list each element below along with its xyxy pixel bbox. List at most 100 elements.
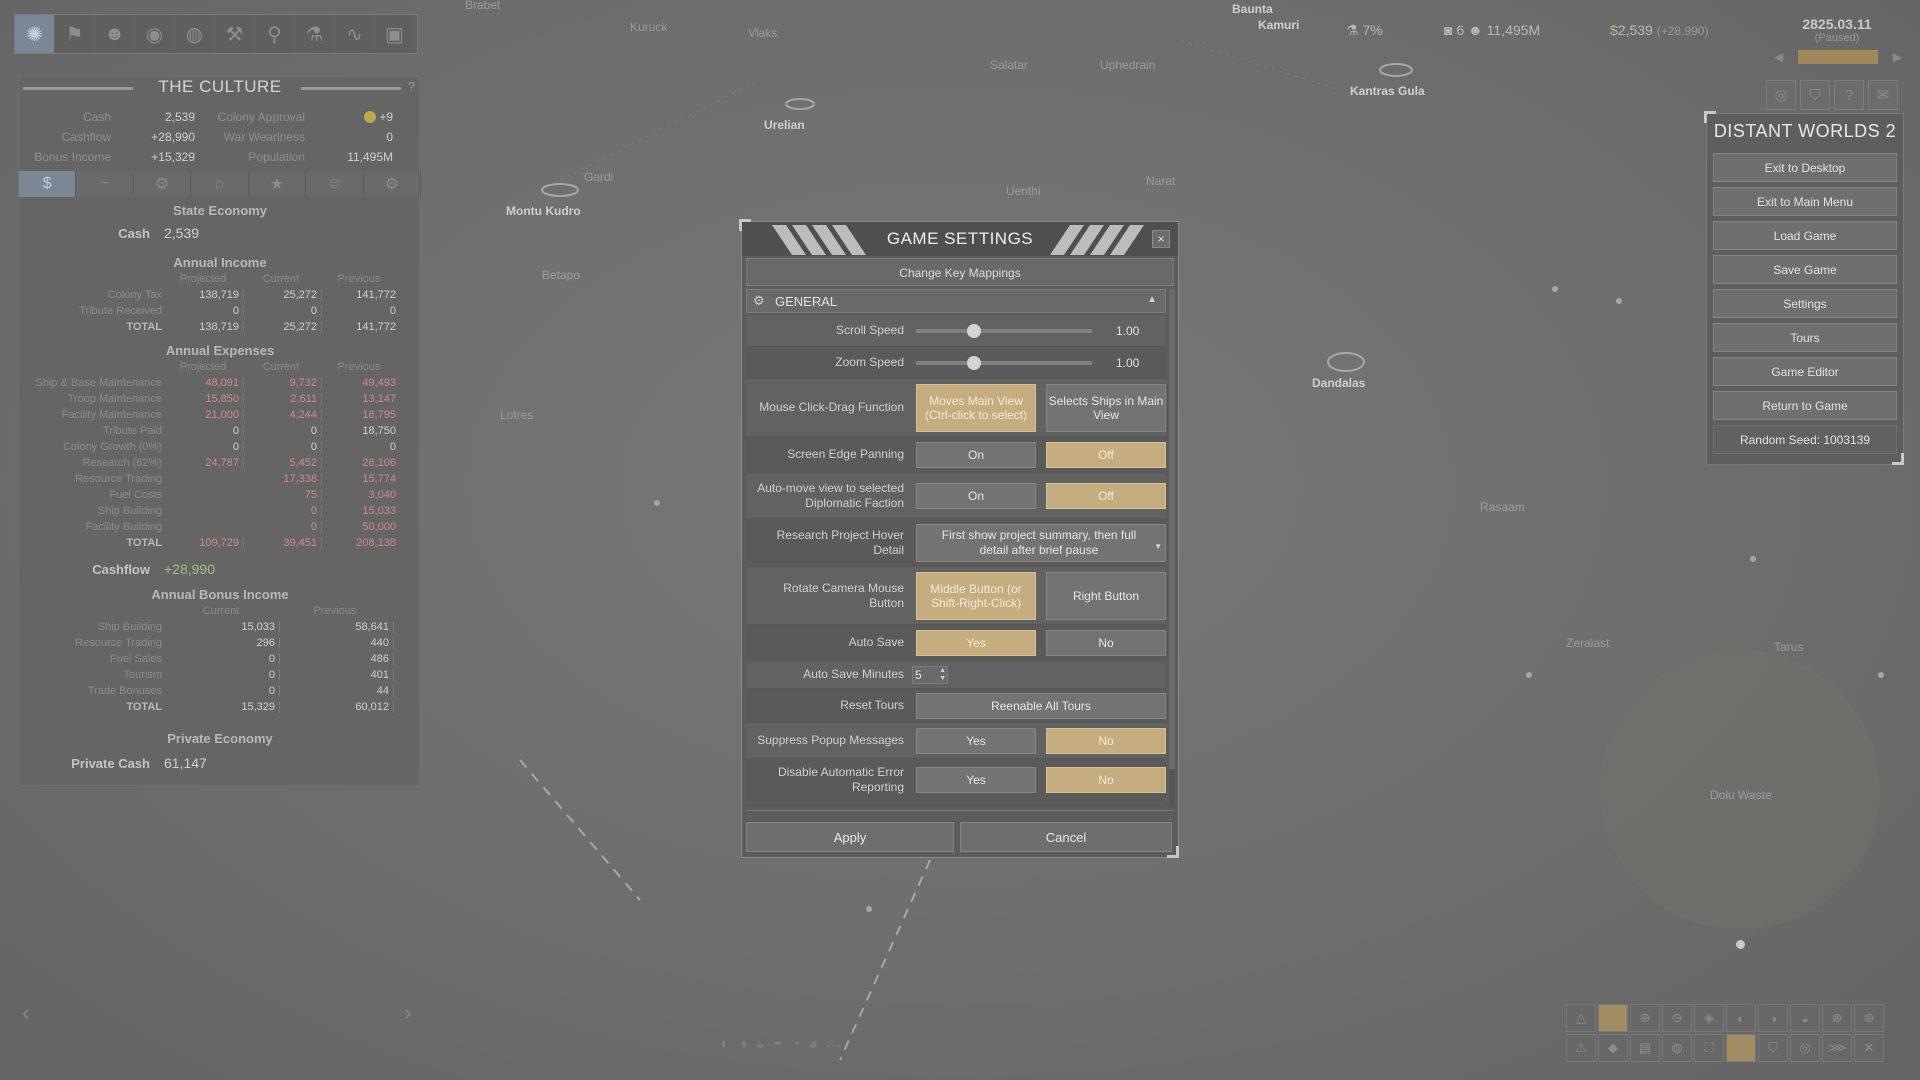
tool-icon[interactable]: ⊛: [1854, 1004, 1884, 1032]
stepper-arrows-icon[interactable]: ▲ ▼: [939, 667, 946, 683]
tours-button[interactable]: Tours: [1713, 323, 1897, 352]
mail-icon[interactable]: ✉: [1868, 80, 1898, 110]
error-reporting-yes-button[interactable]: Yes: [916, 767, 1036, 793]
help-icon[interactable]: ?: [408, 79, 415, 94]
star[interactable]: [654, 500, 660, 506]
system-label[interactable]: Rasaam: [1480, 500, 1525, 514]
chevron-up-icon[interactable]: ▲: [1147, 294, 1157, 305]
planet-icon[interactable]: ◍: [1662, 1034, 1692, 1062]
game-speed-control[interactable]: ◀ ▶: [1774, 50, 1902, 64]
load-game-button[interactable]: Load Game: [1713, 221, 1897, 250]
system-label[interactable]: Dandalas: [1312, 376, 1365, 390]
tool-icon[interactable]: ⊗: [1822, 1004, 1852, 1032]
system-label[interactable]: Uenthi: [1006, 184, 1041, 198]
star[interactable]: [1616, 298, 1622, 304]
zoom-speed-slider[interactable]: [916, 356, 1092, 370]
tool-icon[interactable]: ◒: [1790, 1004, 1820, 1032]
system-label[interactable]: Gardi: [584, 170, 613, 184]
tab-achievements-icon[interactable]: ★: [248, 171, 307, 197]
exit-to-desktop-button[interactable]: Exit to Desktop: [1713, 153, 1897, 182]
slider-knob[interactable]: [967, 324, 982, 338]
edge-panning-off-button[interactable]: Off: [1046, 442, 1166, 468]
tab-government-icon[interactable]: ⌂: [191, 171, 249, 197]
colonies-stat[interactable]: ◙ 6 ☻ 11,495M: [1444, 22, 1540, 38]
system-label[interactable]: Tarus: [1774, 640, 1803, 654]
auto-move-off-button[interactable]: Off: [1046, 483, 1166, 509]
reenable-all-tours-button[interactable]: Reenable All Tours: [916, 693, 1166, 719]
speed-up-icon[interactable]: ▶: [1893, 50, 1902, 64]
close-icon[interactable]: ✕: [1854, 1034, 1884, 1062]
shield-icon[interactable]: ⛉: [1800, 80, 1830, 110]
tab-settings-icon[interactable]: ⚙: [133, 171, 192, 197]
tool-icon[interactable]: ◐: [1726, 1004, 1756, 1032]
ship-icon[interactable]: ◒: [755, 1036, 765, 1056]
system-label[interactable]: Narat: [1146, 174, 1175, 188]
system-label[interactable]: Vlaks: [748, 26, 777, 40]
close-icon[interactable]: ×: [1152, 230, 1170, 248]
chevron-right-icon[interactable]: ›: [404, 1000, 411, 1026]
moves-main-view-option[interactable]: Moves Main View (Ctrl-click to select): [916, 384, 1036, 432]
base-icon[interactable]: ▤: [1630, 1034, 1660, 1062]
system-label[interactable]: Baunta: [1232, 2, 1273, 16]
slider-knob[interactable]: [967, 356, 982, 370]
zoom-in-icon[interactable]: ⊕: [1630, 1004, 1660, 1032]
system-label[interactable]: Dolu Waste: [1710, 788, 1772, 802]
warning-icon[interactable]: ⚠: [1566, 1034, 1596, 1062]
flag-icon[interactable]: ⚑: [55, 15, 95, 53]
tab-economy-icon[interactable]: $: [19, 171, 77, 197]
right-button-option[interactable]: Right Button: [1046, 572, 1166, 620]
tab-leaders-icon[interactable]: ☺: [306, 171, 364, 197]
expand-icon[interactable]: ⛶: [1694, 1034, 1724, 1062]
middle-button-option[interactable]: Middle Button (or Shift-Right-Click): [916, 572, 1036, 620]
tool-icon[interactable]: △: [1566, 1004, 1596, 1032]
camera-icon[interactable]: ◉: [135, 15, 175, 53]
tool-icon[interactable]: ◈: [1694, 1004, 1724, 1032]
chevron-down-icon[interactable]: ▼: [1154, 539, 1162, 554]
speed-down-icon[interactable]: ◀: [1774, 50, 1783, 64]
auto-save-no-button[interactable]: No: [1046, 630, 1166, 656]
help-icon[interactable]: ?: [1834, 80, 1864, 110]
scroll-speed-slider[interactable]: [916, 324, 1092, 338]
return-to-game-button[interactable]: Return to Game: [1713, 391, 1897, 420]
globe-icon[interactable]: ◍: [175, 15, 215, 53]
fleet-icon[interactable]: ⋙: [1822, 1034, 1852, 1062]
save-game-button[interactable]: Save Game: [1713, 255, 1897, 284]
game-editor-button[interactable]: Game Editor: [1713, 357, 1897, 386]
tab-policy-icon[interactable]: ⚙: [363, 171, 421, 197]
system-label[interactable]: Brabet: [465, 0, 500, 12]
tab-trends-icon[interactable]: ~: [76, 171, 134, 197]
system-label[interactable]: Kantras Gula: [1350, 84, 1425, 98]
shield-icon[interactable]: ⛉: [1758, 1034, 1788, 1062]
scrollbar-thumb[interactable]: [1169, 289, 1175, 769]
change-key-mappings-button[interactable]: Change Key Mappings: [746, 258, 1174, 286]
edge-panning-on-button[interactable]: On: [916, 442, 1036, 468]
system-label[interactable]: Zeralast: [1566, 636, 1609, 650]
tools-icon[interactable]: ⚒: [215, 15, 255, 53]
eye-icon[interactable]: ◎: [1766, 80, 1796, 110]
person-icon[interactable]: ☻: [95, 15, 135, 53]
system-label[interactable]: Montu Kudro: [506, 204, 581, 218]
auto-save-minutes-stepper[interactable]: 5 ▲ ▼: [912, 666, 948, 684]
ship-icon[interactable]: ◓: [773, 1036, 783, 1056]
target-icon[interactable]: ◎: [1790, 1034, 1820, 1062]
pin-icon[interactable]: ⚲: [255, 15, 295, 53]
cancel-button[interactable]: Cancel: [960, 822, 1172, 852]
ship-icon[interactable]: ◔: [791, 1036, 801, 1056]
star[interactable]: [1736, 940, 1745, 949]
ship-icon[interactable]: ◐: [720, 1036, 730, 1056]
auto-save-yes-button[interactable]: Yes: [916, 630, 1036, 656]
general-section-header[interactable]: ⚙ GENERAL ▲: [746, 289, 1166, 313]
tool-icon[interactable]: ◑: [1758, 1004, 1788, 1032]
factory-icon[interactable]: ▣: [375, 15, 415, 53]
system-label[interactable]: Betapo: [542, 268, 580, 282]
settings-button[interactable]: Settings: [1713, 289, 1897, 318]
system-label[interactable]: Lotres: [500, 408, 533, 422]
selects-ships-option[interactable]: Selects Ships in Main View: [1046, 384, 1166, 432]
auto-move-on-button[interactable]: On: [916, 483, 1036, 509]
system-label[interactable]: Uphedrain: [1100, 58, 1155, 72]
star[interactable]: [1878, 672, 1884, 678]
ship-icon[interactable]: ⋯: [826, 1036, 842, 1056]
star[interactable]: [1526, 672, 1532, 678]
flask-icon[interactable]: ⚗: [295, 15, 335, 53]
chevron-left-icon[interactable]: ‹: [22, 1000, 29, 1026]
